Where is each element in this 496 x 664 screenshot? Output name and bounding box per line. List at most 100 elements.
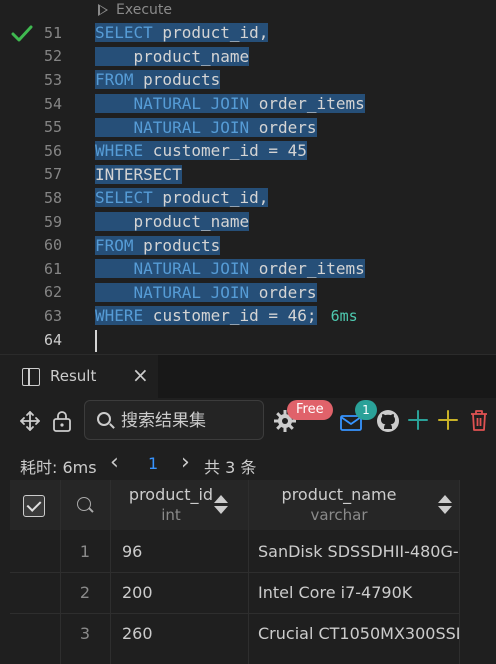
code-line[interactable]: 64 xyxy=(0,328,496,352)
code-line[interactable]: 63 WHERE customer_id = 46; 6ms xyxy=(0,304,496,328)
next-page-button[interactable]: › xyxy=(181,450,190,475)
code-line[interactable]: 56 WHERE customer_id = 45 xyxy=(0,139,496,163)
sql-identifier: INTERSECT xyxy=(95,164,182,184)
cell-product-name[interactable]: Intel Core i7-4790K xyxy=(248,572,459,613)
selection-highlight: product_name xyxy=(95,46,250,66)
sql-keyword: SELECT xyxy=(95,23,153,43)
selection-highlight: NATURAL JOIN orders xyxy=(95,282,317,302)
move-icon[interactable] xyxy=(19,410,41,432)
line-number: 64 xyxy=(43,330,62,349)
sql-identifier: product_id, xyxy=(152,188,269,208)
sql-keyword: NATURAL JOIN xyxy=(95,259,250,279)
execute-codelens[interactable]: Execute xyxy=(98,0,172,20)
panel-tab-bar: Result × xyxy=(0,354,496,399)
result-table: product_id int product_name varchar 1 96… xyxy=(10,480,460,664)
cell-product-id[interactable]: 260 xyxy=(122,613,242,654)
tab-result-label: Result xyxy=(50,367,97,385)
selection-highlight: FROM products xyxy=(95,70,221,90)
total-count: 共 3 条 xyxy=(204,458,257,477)
panel-layout-icon xyxy=(22,368,40,386)
selection-highlight: NATURAL JOIN order_items xyxy=(95,94,365,114)
line-number: 53 xyxy=(43,70,62,89)
line-number: 51 xyxy=(43,23,62,42)
code-text: SELECT product_id, xyxy=(95,188,269,208)
code-line[interactable]: 58 SELECT product_id, xyxy=(0,186,496,210)
code-line[interactable]: 53 FROM products xyxy=(0,68,496,92)
line-number: 52 xyxy=(43,47,62,66)
selection-highlight: WHERE customer_id = 46; xyxy=(95,306,317,326)
close-icon[interactable]: × xyxy=(132,365,149,385)
code-line[interactable]: 60 FROM products xyxy=(0,233,496,257)
code-line[interactable]: 62 NATURAL JOIN orders xyxy=(0,281,496,305)
column-header-product-id[interactable]: product_id int xyxy=(110,480,248,530)
sql-identifier: products xyxy=(133,70,221,90)
result-search[interactable] xyxy=(84,400,264,440)
lock-icon[interactable] xyxy=(51,409,73,433)
plus-icon[interactable] xyxy=(408,410,428,430)
table-row[interactable]: 2 200 Intel Core i7-4790K xyxy=(10,572,460,613)
code-text: NATURAL JOIN order_items xyxy=(95,94,365,114)
column-header-product-name[interactable]: product_name varchar xyxy=(248,480,460,530)
code-text: NATURAL JOIN orders xyxy=(95,117,317,137)
trash-icon[interactable] xyxy=(469,409,489,431)
cell-product-name[interactable]: SanDisk SDSSDHII-480G-G25 xyxy=(248,531,459,572)
row-index: 1 xyxy=(79,542,91,561)
code-text: WHERE customer_id = 46; 6ms xyxy=(95,306,358,326)
column-name: product_name xyxy=(281,485,397,504)
line-number: 56 xyxy=(43,141,62,160)
sort-icon[interactable] xyxy=(214,495,228,515)
prev-page-button[interactable]: ‹ xyxy=(110,450,119,475)
sql-keyword: FROM xyxy=(95,235,134,255)
code-line[interactable]: 61 NATURAL JOIN order_items xyxy=(0,257,496,281)
sql-editor[interactable]: Execute 51 SELECT product_id, 52 product_n… xyxy=(0,0,496,354)
sql-identifier: product_name xyxy=(95,212,250,232)
cell-product-id[interactable]: 200 xyxy=(122,572,242,613)
code-line[interactable]: 51 SELECT product_id, xyxy=(0,21,496,45)
table-row[interactable]: 1 96 SanDisk SDSSDHII-480G-G25 xyxy=(10,531,460,572)
tab-result[interactable]: Result × xyxy=(0,355,158,399)
sql-keyword: SELECT xyxy=(95,188,153,208)
code-line[interactable]: 52 product_name xyxy=(0,45,496,69)
notification-count-badge: 1 xyxy=(355,400,377,420)
sort-icon[interactable] xyxy=(438,495,452,515)
code-line[interactable]: 54 NATURAL JOIN order_items xyxy=(0,92,496,116)
cell-product-name[interactable]: Crucial CT1050MX300SSD1 xyxy=(248,613,459,654)
sql-identifier: product_id, xyxy=(152,23,269,43)
line-number: 59 xyxy=(43,212,62,231)
code-line[interactable]: 57 INTERSECT xyxy=(0,163,496,187)
code-line[interactable]: 55 NATURAL JOIN orders xyxy=(0,115,496,139)
search-input[interactable] xyxy=(121,407,259,435)
selection-highlight: NATURAL JOIN order_items xyxy=(95,259,365,279)
selection-highlight: INTERSECT xyxy=(95,164,182,184)
column-type: varchar xyxy=(310,506,368,524)
sql-keyword: WHERE xyxy=(95,141,144,161)
code-line[interactable]: 59 product_name xyxy=(0,210,496,234)
code-text: NATURAL JOIN orders xyxy=(95,282,317,302)
search-icon[interactable] xyxy=(77,497,91,511)
table-row[interactable]: 3 260 Crucial CT1050MX300SSD1 xyxy=(10,613,460,654)
github-icon[interactable] xyxy=(376,409,400,433)
selection-highlight: WHERE customer_id = 45 xyxy=(95,141,307,161)
sql-identifier: order_items xyxy=(249,259,365,279)
sql-identifier: customer_id = 46; xyxy=(143,306,317,326)
cell-product-id[interactable]: 96 xyxy=(122,531,242,572)
elapsed-time: 耗时: 6ms xyxy=(20,458,97,477)
selection-highlight: FROM products xyxy=(95,235,221,255)
line-number: 62 xyxy=(43,283,62,302)
sql-keyword: NATURAL JOIN xyxy=(95,282,250,302)
free-badge[interactable]: Free xyxy=(287,400,333,420)
table-header: product_id int product_name varchar xyxy=(10,480,460,530)
execution-duration: 6ms xyxy=(330,307,358,326)
text-cursor xyxy=(95,330,97,352)
code-text: FROM products xyxy=(95,235,221,255)
sql-identifier: product_name xyxy=(95,46,250,66)
add-row-icon[interactable] xyxy=(438,410,458,430)
code-text: product_name xyxy=(95,212,250,232)
select-all-checkbox[interactable] xyxy=(23,495,45,517)
code-text: INTERSECT xyxy=(95,164,182,184)
page-number[interactable]: 1 xyxy=(148,454,158,473)
sql-keyword: NATURAL JOIN xyxy=(95,94,250,114)
sql-keyword: FROM xyxy=(95,70,134,90)
sql-identifier: products xyxy=(133,235,221,255)
line-number: 60 xyxy=(43,236,62,255)
